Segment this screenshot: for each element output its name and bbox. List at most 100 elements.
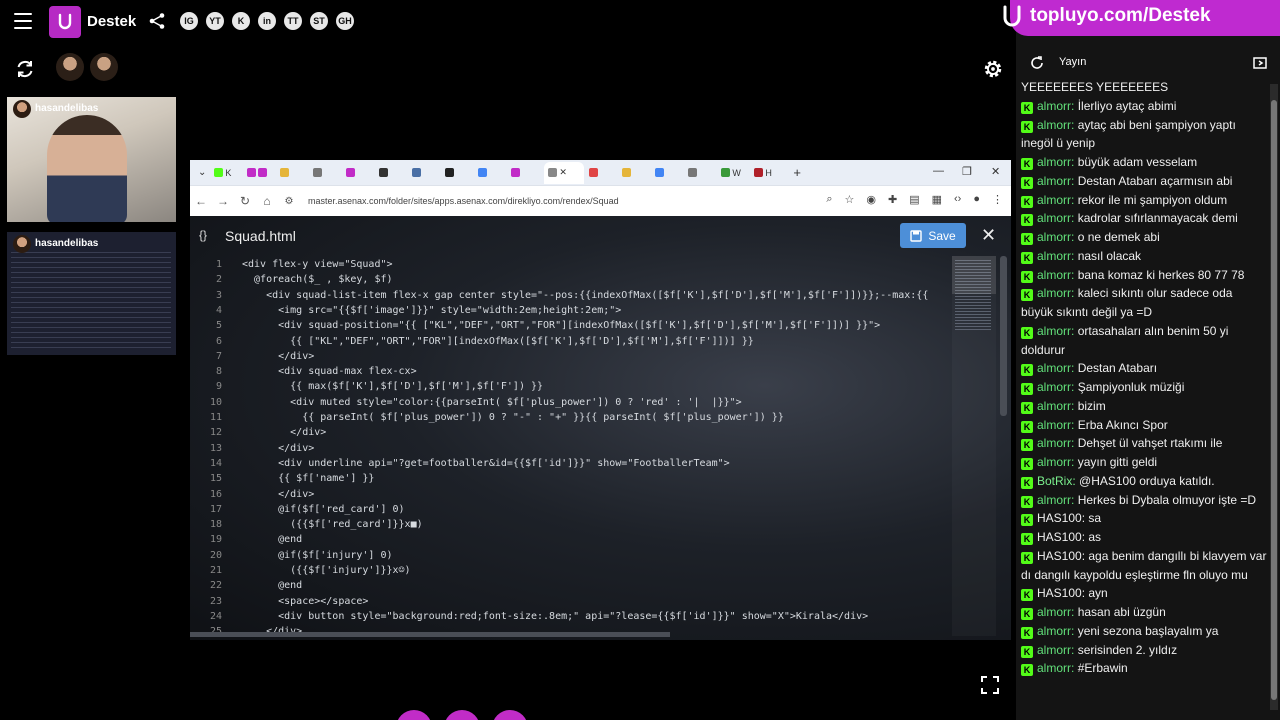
- code-line[interactable]: ({{$f['injury']}}x☺): [242, 565, 410, 576]
- code-line[interactable]: @end: [242, 580, 302, 591]
- browser-tab[interactable]: [511, 164, 539, 181]
- tiktok-icon[interactable]: TT: [284, 12, 302, 30]
- devtools-icon[interactable]: ‹›: [954, 193, 961, 206]
- chat-username[interactable]: almorr:: [1037, 268, 1074, 282]
- browser-tab-active[interactable]: ✕: [544, 161, 585, 184]
- vertical-scrollbar[interactable]: [1000, 256, 1007, 416]
- browser-tab[interactable]: [379, 164, 407, 181]
- chat-username[interactable]: almorr:: [1037, 118, 1074, 132]
- chat-username[interactable]: almorr:: [1037, 211, 1074, 225]
- code-line[interactable]: <div underline api="?get=footballer&id={…: [242, 458, 730, 469]
- more-icon[interactable]: ⋮: [992, 193, 1003, 206]
- browser-tab[interactable]: [280, 164, 308, 181]
- chat-username[interactable]: almorr:: [1037, 230, 1074, 244]
- chat-username[interactable]: almorr:: [1037, 324, 1074, 338]
- window-close-icon[interactable]: ✕: [991, 165, 1000, 178]
- chat-username[interactable]: almorr:: [1037, 455, 1074, 469]
- code-line[interactable]: @end: [242, 534, 302, 545]
- browser-tab[interactable]: W: [721, 164, 749, 181]
- code-line[interactable]: <div squad-list-item flex-x gap center s…: [242, 290, 928, 301]
- code-area[interactable]: 1 <div flex-y view="Squad"> 2 @foreach($_ …: [190, 256, 950, 636]
- youtube-icon[interactable]: YT: [206, 12, 224, 30]
- code-line[interactable]: </div>: [242, 443, 314, 454]
- reaction-button[interactable]: [396, 710, 432, 720]
- camera-icon[interactable]: ◉: [866, 193, 876, 206]
- tab-close-icon[interactable]: ✕: [559, 167, 567, 178]
- code-line[interactable]: </div>: [242, 489, 314, 500]
- code-line[interactable]: </div>: [242, 427, 326, 438]
- participant-avatar[interactable]: [90, 53, 118, 81]
- chat-username[interactable]: almorr:: [1037, 605, 1074, 619]
- browser-tab[interactable]: [313, 164, 341, 181]
- steam-icon[interactable]: ST: [310, 12, 328, 30]
- bookmark-icon[interactable]: ☆: [845, 193, 855, 206]
- linkedin-icon[interactable]: in: [258, 12, 276, 30]
- chat-username[interactable]: almorr:: [1037, 380, 1074, 394]
- code-line[interactable]: <div flex-y view="Squad">: [242, 259, 393, 270]
- chat-refresh-icon[interactable]: [1029, 55, 1045, 71]
- qr-icon[interactable]: ▦: [932, 193, 942, 206]
- chat-username[interactable]: almorr:: [1037, 624, 1074, 638]
- participant-avatar[interactable]: [56, 53, 84, 81]
- code-line[interactable]: @if($f['injury'] 0): [242, 550, 392, 561]
- promo-text[interactable]: topluyo.com/Destek: [1030, 5, 1211, 27]
- code-line[interactable]: ({{$f['red_card']}}x■): [242, 519, 422, 530]
- fullscreen-icon[interactable]: [980, 675, 1000, 695]
- code-line[interactable]: <div squad-position="{{ ["KL","DEF","ORT…: [242, 320, 880, 331]
- chat-username[interactable]: almorr:: [1037, 99, 1074, 113]
- chat-username[interactable]: almorr:: [1037, 174, 1074, 188]
- chat-username[interactable]: BotRix:: [1037, 474, 1076, 488]
- reaction-button[interactable]: [444, 710, 480, 720]
- code-line[interactable]: <img src="{{$f['image']}}" style="width:…: [242, 305, 621, 316]
- browser-tab[interactable]: [622, 164, 650, 181]
- chat-username[interactable]: almorr:: [1037, 399, 1074, 413]
- browser-tab[interactable]: K: [214, 164, 242, 181]
- chat-username[interactable]: almorr:: [1037, 249, 1074, 263]
- chat-username[interactable]: HAS100:: [1037, 511, 1085, 525]
- forward-icon[interactable]: →: [212, 194, 234, 208]
- minimap-viewport[interactable]: [952, 256, 996, 294]
- code-line[interactable]: {{ parseInt( $f['plus_power']) 0 ? "-" :…: [242, 412, 784, 423]
- share-icon[interactable]: [148, 12, 166, 30]
- reading-list-icon[interactable]: ▤: [909, 193, 919, 206]
- chat-username[interactable]: almorr:: [1037, 643, 1074, 657]
- chat-username[interactable]: almorr:: [1037, 286, 1074, 300]
- code-line[interactable]: @foreach($_ , $key, $f): [242, 274, 392, 285]
- instagram-icon[interactable]: IG: [180, 12, 198, 30]
- refresh-icon[interactable]: [14, 58, 36, 80]
- tab-search-icon[interactable]: ⌄: [198, 167, 206, 178]
- chat-username[interactable]: almorr:: [1037, 155, 1074, 169]
- chat-username[interactable]: almorr:: [1037, 361, 1074, 375]
- chat-username[interactable]: almorr:: [1037, 493, 1074, 507]
- browser-tab[interactable]: [688, 164, 716, 181]
- chat-username[interactable]: HAS100:: [1037, 549, 1085, 563]
- code-line[interactable]: <div muted style="color:{{parseInt( $f['…: [242, 397, 742, 408]
- maximize-icon[interactable]: ❐: [962, 165, 972, 178]
- chat-username[interactable]: HAS100:: [1037, 586, 1085, 600]
- browser-tab[interactable]: [445, 164, 473, 181]
- home-icon[interactable]: ⌂: [256, 194, 278, 208]
- github-icon[interactable]: GH: [336, 12, 354, 30]
- code-line[interactable]: @if($f['red_card'] 0): [242, 504, 404, 515]
- browser-tab[interactable]: [655, 164, 683, 181]
- chat-username[interactable]: almorr:: [1037, 661, 1074, 675]
- code-line[interactable]: {{ max($f['K'],$f['D'],$f['M'],$f['F']) …: [242, 381, 543, 392]
- gear-icon[interactable]: [982, 58, 1004, 80]
- extensions-icon[interactable]: ✚: [888, 193, 897, 206]
- back-icon[interactable]: ←: [190, 194, 212, 208]
- screen-share-tile[interactable]: hasandelibas: [7, 232, 176, 355]
- chat-scroll-thumb[interactable]: [1271, 100, 1277, 700]
- webcam-tile[interactable]: hasandelibas: [7, 97, 176, 222]
- browser-tab[interactable]: H: [754, 164, 782, 181]
- horizontal-scrollbar[interactable]: [190, 632, 670, 637]
- brand-name[interactable]: Destek: [87, 13, 136, 30]
- address-bar[interactable]: master.asenax.com/folder/sites/apps.asen…: [308, 196, 619, 206]
- chat-popout-icon[interactable]: [1252, 55, 1268, 71]
- browser-tab[interactable]: [412, 164, 440, 181]
- editor-close-icon[interactable]: ✕: [981, 225, 996, 246]
- kick-icon[interactable]: K: [232, 12, 250, 30]
- chat-username[interactable]: almorr:: [1037, 418, 1074, 432]
- new-tab-icon[interactable]: +: [793, 165, 801, 180]
- minimize-icon[interactable]: —: [933, 165, 944, 177]
- browser-tab[interactable]: [589, 164, 617, 181]
